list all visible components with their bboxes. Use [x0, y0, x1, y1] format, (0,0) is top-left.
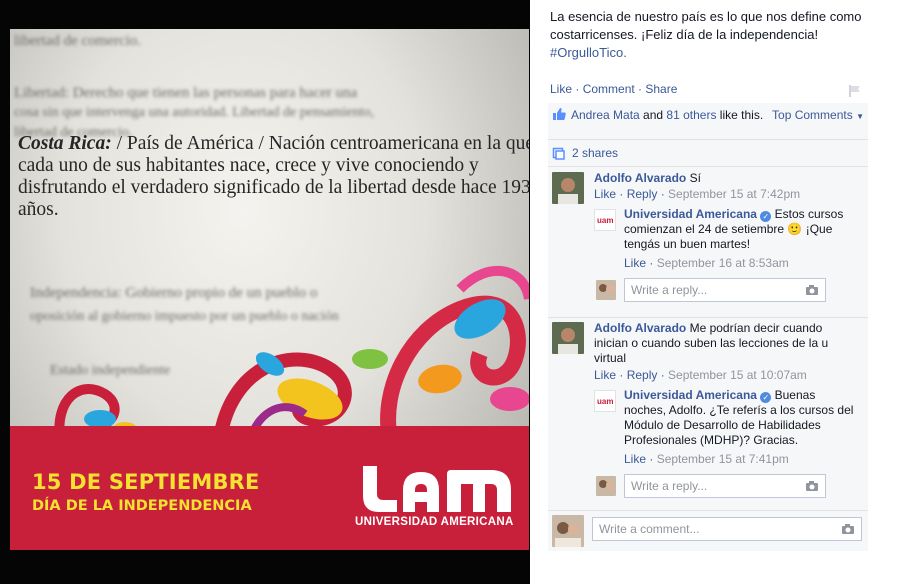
- page-avatar[interactable]: uam: [594, 209, 616, 231]
- shares-link[interactable]: 2 shares: [572, 146, 618, 160]
- camera-icon[interactable]: [841, 523, 855, 535]
- banner-holiday: DÍA DE LA INDEPENDENCIA: [32, 498, 252, 514]
- reply-input[interactable]: Write a reply...: [624, 278, 826, 302]
- likes-and: and: [639, 108, 667, 122]
- comment-reply-link[interactable]: Reply: [627, 368, 658, 382]
- separator: ·: [572, 82, 583, 96]
- like-button[interactable]: Like: [550, 82, 572, 96]
- comment: Adolfo Alvarado Sí Like · Reply · Septem…: [548, 167, 868, 318]
- reply-author[interactable]: Universidad Americana: [624, 207, 757, 221]
- avatar[interactable]: [552, 322, 584, 354]
- shares-summary: 2 shares: [548, 140, 868, 167]
- reply-like-link[interactable]: Like: [624, 256, 646, 270]
- likes-suffix: like this.: [716, 108, 764, 122]
- comment-input[interactable]: Write a comment...: [592, 517, 862, 541]
- uam-logo-icon: uam: [597, 216, 613, 225]
- liker-name[interactable]: Andrea Mata: [571, 108, 640, 122]
- blurred-text: Libertad: Derecho que tienen las persona…: [14, 85, 358, 101]
- top-comments-dropdown[interactable]: Top Comments ▼: [772, 108, 864, 122]
- banner-date: 15 DE SEPTIEMBRE: [32, 470, 260, 494]
- comment-author[interactable]: Adolfo Alvarado: [594, 171, 686, 185]
- thumbs-up-icon: [553, 108, 566, 120]
- definition-term: Costa Rica:: [18, 133, 112, 154]
- page-avatar[interactable]: uam: [594, 390, 616, 412]
- comment-button[interactable]: Comment: [583, 82, 635, 96]
- current-user-avatar: [596, 280, 616, 300]
- comment-text: Sí: [686, 171, 701, 185]
- caret-down-icon: ▼: [856, 112, 864, 121]
- comment-like-link[interactable]: Like: [594, 368, 616, 382]
- comment-timestamp[interactable]: September 15 at 7:42pm: [668, 187, 800, 201]
- reply-placeholder: Write a reply...: [631, 283, 708, 297]
- likes-summary: Andrea Mata and 81 others like this. Top…: [548, 103, 868, 140]
- costa-rica-definition: Costa Rica: / País de América / Nación c…: [18, 133, 529, 221]
- current-user-avatar: [596, 476, 616, 496]
- others-link[interactable]: 81 others: [666, 108, 716, 122]
- verified-badge-icon: ✓: [760, 392, 772, 403]
- caption-text: La esencia de nuestro país es lo que nos…: [550, 9, 862, 42]
- post-sidebar: La esencia de nuestro país es lo que nos…: [530, 0, 900, 584]
- uam-logo: [363, 466, 511, 512]
- reply-like-link[interactable]: Like: [624, 452, 646, 466]
- reply-timestamp[interactable]: September 16 at 8:53am: [657, 256, 789, 270]
- separator: ·: [634, 82, 646, 96]
- feedback-section: Andrea Mata and 81 others like this. Top…: [548, 103, 868, 551]
- independence-day-image: libertad de comercio. Libertad: Derecho …: [10, 29, 529, 550]
- write-comment-row: Write a comment...: [548, 511, 868, 551]
- top-comments-label: Top Comments: [772, 108, 853, 122]
- flag-icon[interactable]: [848, 84, 862, 98]
- hashtag-link[interactable]: #OrgulloTico.: [550, 45, 627, 60]
- comment-like-link[interactable]: Like: [594, 187, 616, 201]
- post-actions: Like · Comment · Share: [550, 82, 677, 96]
- reply-input[interactable]: Write a reply...: [624, 474, 826, 498]
- comment-placeholder: Write a comment...: [599, 522, 700, 536]
- brand-name: UNIVERSIDAD AMERICANA: [355, 516, 514, 528]
- uam-logo-icon: uam: [597, 397, 613, 406]
- date-banner: 15 DE SEPTIEMBRE DÍA DE LA INDEPENDENCIA…: [10, 426, 529, 550]
- comment-reply-link[interactable]: Reply: [627, 187, 658, 201]
- post-photo[interactable]: libertad de comercio. Libertad: Derecho …: [0, 0, 530, 584]
- comment: Adolfo Alvarado Me podrían decir cuando …: [548, 318, 868, 511]
- svg-text:uam: uam: [597, 216, 613, 225]
- floral-ornament: [54, 266, 529, 439]
- share-icon: [552, 147, 565, 160]
- share-button[interactable]: Share: [645, 82, 677, 96]
- current-user-avatar: [552, 515, 584, 547]
- post-caption: La esencia de nuestro país es lo que nos…: [550, 8, 880, 62]
- reply-timestamp[interactable]: September 15 at 7:41pm: [657, 452, 789, 466]
- reply-placeholder: Write a reply...: [631, 479, 708, 493]
- svg-text:uam: uam: [597, 397, 613, 406]
- comment-timestamp[interactable]: September 15 at 10:07am: [668, 368, 807, 382]
- camera-icon[interactable]: [805, 480, 819, 492]
- blurred-text: libertad de comercio.: [14, 33, 142, 49]
- verified-badge-icon: ✓: [760, 211, 772, 222]
- comment-author[interactable]: Adolfo Alvarado: [594, 321, 686, 335]
- blurred-text: cosa sin que intervenga una autoridad. L…: [14, 105, 374, 120]
- avatar[interactable]: [552, 172, 584, 204]
- camera-icon[interactable]: [805, 284, 819, 296]
- reply-author[interactable]: Universidad Americana: [624, 388, 757, 402]
